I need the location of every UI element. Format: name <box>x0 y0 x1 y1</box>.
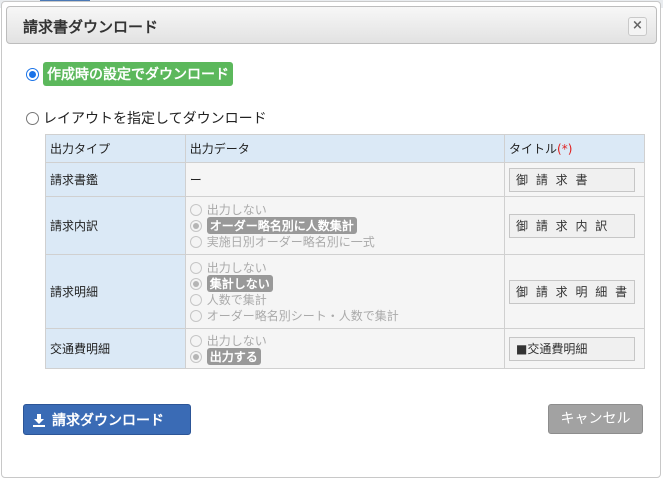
table-row: 請求明細 出力しない 集計しない 人数で集計 オーダー略名別シート・人数で集計 … <box>45 254 645 329</box>
radio-date-order-lumpsum[interactable] <box>189 235 202 248</box>
table-header-row: 出力タイプ 出力データ タイトル(*) <box>45 134 645 163</box>
table-row: 交通費明細 出力しない 出力する ■交通費明細 <box>45 328 645 369</box>
header-output-data: 出力データ <box>184 134 506 163</box>
close-button[interactable]: × <box>628 17 647 36</box>
table-row: 請求書鑑 ー 御 請 求 書 <box>45 162 645 197</box>
option-default-settings[interactable]: 作成時の設定でダウンロード <box>26 62 233 86</box>
option-headcount-aggregate[interactable]: 人数で集計 <box>189 292 500 308</box>
download-icon <box>32 413 46 427</box>
option-no-aggregate[interactable]: 集計しない <box>189 275 500 292</box>
close-icon: × <box>632 18 643 33</box>
radio-custom-layout[interactable] <box>26 111 39 125</box>
option-default-settings-label[interactable]: 作成時の設定でダウンロード <box>43 62 233 86</box>
radio-output[interactable] <box>189 350 202 363</box>
download-button[interactable]: 請求ダウンロード <box>23 404 191 435</box>
table-row: 請求内訳 出力しない オーダー略名別に人数集計 実施日別オーダー略名別に一式 御… <box>45 196 645 255</box>
title-input-invoice-breakdown[interactable]: 御 請 求 内 訳 <box>509 213 635 238</box>
radio-no-output[interactable] <box>189 203 202 216</box>
title-input-invoice-cover[interactable]: 御 請 求 書 <box>509 167 635 192</box>
row-label-invoice-cover: 請求書鑑 <box>45 162 186 197</box>
radio-no-output[interactable] <box>189 261 202 274</box>
radio-order-headcount[interactable] <box>189 219 202 232</box>
row-data-invoice-cover: ー <box>184 162 506 197</box>
option-output[interactable]: 出力する <box>189 348 500 365</box>
option-custom-layout-label[interactable]: レイアウトを指定してダウンロード <box>43 108 267 128</box>
radio-no-output[interactable] <box>189 334 202 347</box>
radio-no-aggregate[interactable] <box>189 277 202 290</box>
cancel-button[interactable]: キャンセル <box>548 404 643 434</box>
required-marker: (*) <box>557 142 573 156</box>
title-input-invoice-detail[interactable]: 御 請 求 明 細 書 <box>509 279 635 304</box>
header-output-type: 出力タイプ <box>45 134 186 163</box>
radio-order-sheet-aggregate[interactable] <box>189 309 202 322</box>
dialog-titlebar: 請求書ダウンロード × <box>6 6 657 44</box>
layout-table: 出力タイプ 出力データ タイトル(*) 請求書鑑 ー 御 請 求 書 請求内訳 … <box>45 134 645 369</box>
option-order-sheet-aggregate[interactable]: オーダー略名別シート・人数で集計 <box>189 308 500 324</box>
row-label-invoice-detail: 請求明細 <box>45 254 186 329</box>
dialog-title: 請求書ダウンロード <box>23 18 159 36</box>
row-label-invoice-breakdown: 請求内訳 <box>45 196 186 255</box>
header-title: タイトル(*) <box>504 134 645 163</box>
option-no-output[interactable]: 出力しない <box>189 260 500 276</box>
option-date-order-lumpsum[interactable]: 実施日別オーダー略名別に一式 <box>189 234 500 250</box>
download-button-label: 請求ダウンロード <box>52 412 164 429</box>
option-no-output[interactable]: 出力しない <box>189 202 500 218</box>
title-input-transport[interactable]: ■交通費明細 <box>509 336 635 361</box>
option-no-output[interactable]: 出力しない <box>189 333 500 349</box>
row-label-transport: 交通費明細 <box>45 328 186 369</box>
radio-headcount-aggregate[interactable] <box>189 293 202 306</box>
option-custom-layout[interactable]: レイアウトを指定してダウンロード <box>26 108 267 128</box>
option-order-headcount[interactable]: オーダー略名別に人数集計 <box>189 217 500 234</box>
radio-default-settings[interactable] <box>26 67 39 81</box>
